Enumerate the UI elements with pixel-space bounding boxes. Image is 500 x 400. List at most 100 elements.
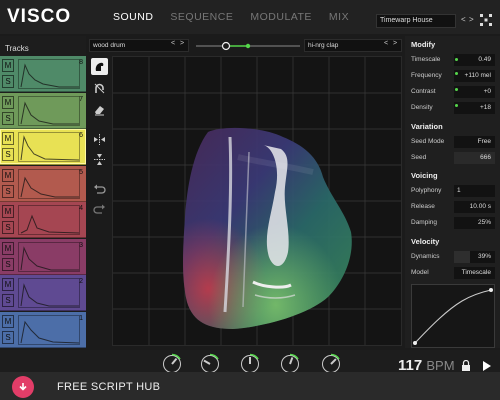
tab-modulate[interactable]: MODULATE [250,11,312,23]
damping-label: Damping [411,219,438,226]
mute-button[interactable]: M [2,241,14,255]
track-waveform [18,168,80,199]
model-value[interactable]: Timescale [454,267,495,279]
solo-button[interactable]: S [2,294,14,307]
tab-sequence[interactable]: SEQUENCE [170,11,233,23]
dynamics-value[interactable]: 39% [454,251,495,263]
frequency-value[interactable]: +110 mel [454,70,495,82]
preset-select[interactable]: Timewarp House [376,14,456,28]
seed-mode-value[interactable]: Free [454,136,495,148]
velocity-title: Velocity [411,237,440,246]
velocity-curve[interactable] [411,284,495,348]
flip-horizontal-icon[interactable] [91,131,108,148]
curve-end-handle [489,288,493,292]
tab-sound[interactable]: SOUND [113,11,153,23]
damping-value[interactable]: 25% [454,217,495,229]
sample-a-prev-button[interactable]: < [171,40,175,47]
density-indicator [455,104,458,107]
solo-button[interactable]: S [2,148,14,161]
eraser-icon[interactable] [91,101,108,118]
track-number: 5 [79,168,83,176]
track-waveform [18,241,80,272]
contrast-label: Contrast [411,88,436,95]
dial-density[interactable] [322,353,340,373]
timescale-value[interactable]: 0.49 [454,54,495,66]
mute-button[interactable]: M [2,168,14,182]
mute-button[interactable]: M [2,205,14,218]
dial-contrast[interactable] [281,353,299,373]
seed-mode-label: Seed Mode [411,138,445,145]
track-waveform [18,95,80,126]
contrast-indicator [455,88,458,91]
solo-button[interactable]: S [2,257,14,271]
seed-value[interactable]: 666 [454,152,495,164]
dial-transform[interactable] [163,353,181,373]
track-waveform [18,314,80,345]
track-number: 6 [79,132,83,139]
visco-app: VISCO SOUND SEQUENCE MODULATE MIX Timewa… [0,0,500,400]
timescale-label: Timescale [411,56,441,63]
timescale-indicator [455,58,458,61]
track-row-8[interactable]: MS 8 [0,56,86,92]
variation-title: Variation [411,122,443,131]
curve-start-handle [413,341,417,345]
main-tabs: SOUND SEQUENCE MODULATE MIX [113,11,366,23]
track-number: 7 [79,95,83,103]
track-row-2[interactable]: MS 2 [0,275,86,311]
play-icon[interactable] [482,360,492,372]
lock-icon[interactable] [461,360,471,372]
sample-a-next-button[interactable]: > [180,40,184,47]
solo-button[interactable]: S [2,75,14,88]
flip-vertical-icon[interactable] [91,151,108,168]
mute-button[interactable]: M [2,314,14,328]
track-waveform [18,59,80,89]
dial-timescale[interactable] [201,353,219,373]
track-number: 2 [79,278,83,285]
track-row-3[interactable]: MS 3 [0,238,86,275]
spectral-canvas[interactable] [112,56,402,346]
track-row-6[interactable]: MS 6 [0,129,86,165]
solo-button[interactable]: S [2,221,14,234]
track-row-7[interactable]: MS 7 [0,92,86,129]
track-row-5[interactable]: MS 5 [0,165,86,202]
model-label: Model [411,269,429,276]
release-value[interactable]: 10.00 s [454,201,495,213]
release-label: Release [411,203,435,210]
mute-button[interactable]: M [2,132,14,145]
tracks-title: Tracks [5,44,29,53]
density-label: Density [411,104,433,111]
seed-label: Seed [411,154,427,161]
frequency-label: Frequency [411,72,442,79]
polyphony-label: Polyphony [411,187,442,194]
tab-mix[interactable]: MIX [329,11,349,23]
dial-frequency[interactable] [241,353,259,373]
undo-icon[interactable] [91,181,108,198]
preset-prev-button[interactable]: < [461,15,466,24]
download-icon[interactable] [12,376,34,398]
track-waveform [18,205,80,235]
redo-icon[interactable] [91,201,108,218]
polyphony-value[interactable]: 1 [454,185,495,197]
sample-b-next-button[interactable]: > [393,40,397,47]
randomize-icon[interactable] [480,14,492,26]
track-number: 1 [79,314,83,322]
solo-button[interactable]: S [2,330,14,344]
density-value[interactable]: +18 [454,102,495,114]
mute-button[interactable]: M [2,95,14,109]
sample-b-prev-button[interactable]: < [384,40,388,47]
solo-button[interactable]: S [2,111,14,125]
track-number: 8 [79,59,83,66]
morph-slider[interactable] [196,40,300,52]
solo-button[interactable]: S [2,184,14,198]
frequency-indicator [455,72,458,75]
mute-button[interactable]: M [2,59,14,72]
contrast-value[interactable]: +0 [454,86,495,98]
magnet-icon[interactable] [91,80,108,97]
track-row-4[interactable]: MS 4 [0,202,86,238]
mute-button[interactable]: M [2,278,14,291]
preset-next-button[interactable]: > [469,15,474,24]
track-row-1[interactable]: MS 1 [0,311,86,348]
modify-title: Modify [411,40,436,49]
spectral-shape [183,127,352,329]
brush-icon[interactable] [91,58,108,75]
